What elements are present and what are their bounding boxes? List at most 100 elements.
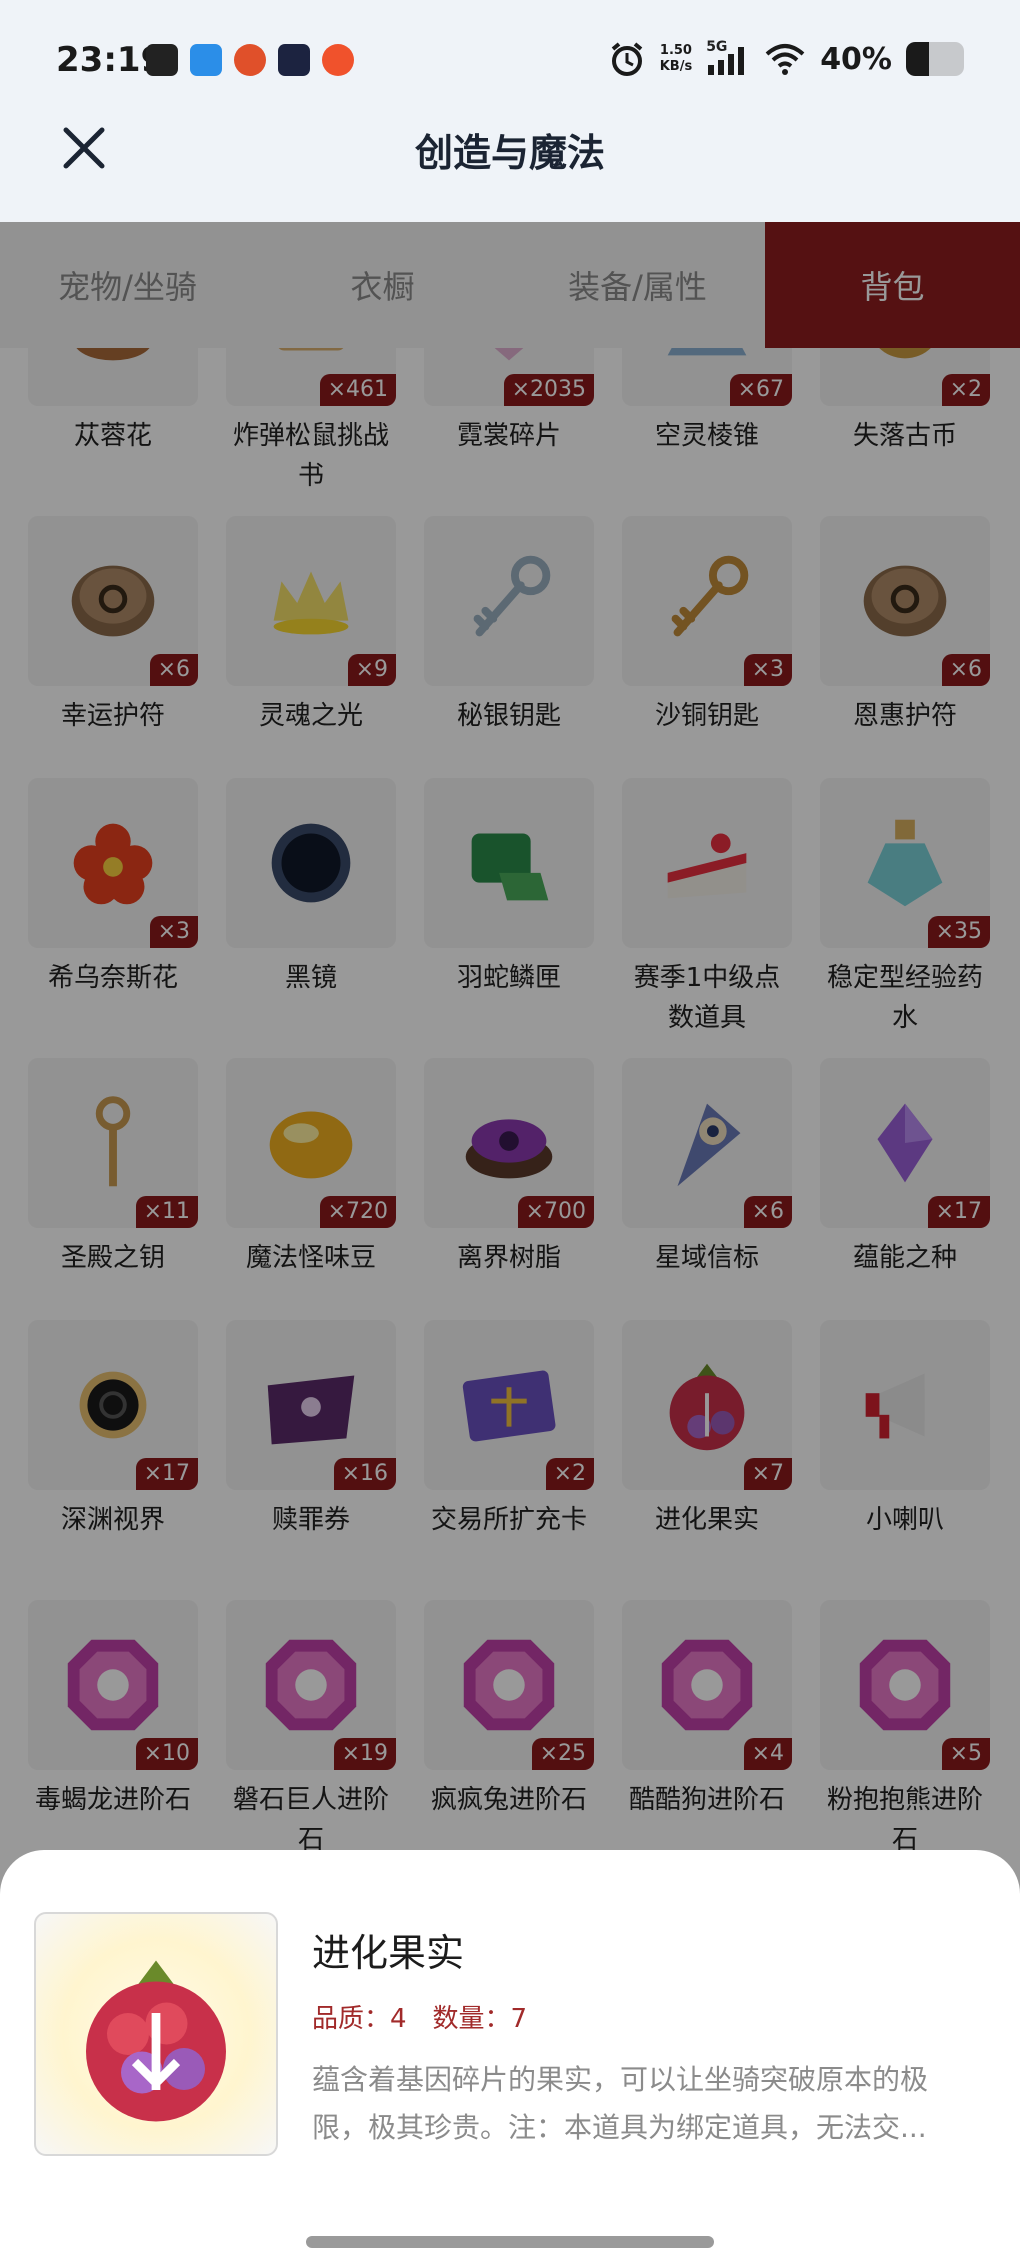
inventory-item[interactable]: ×3 希乌奈斯花: [26, 778, 200, 1040]
item-name: 空灵棱锥: [654, 421, 759, 451]
item-card[interactable]: [820, 1320, 990, 1490]
inventory-item[interactable]: ×7 进化果实: [620, 1320, 794, 1582]
bronze-key-icon: [671, 555, 749, 637]
item-name: 灵魂之光: [258, 701, 363, 731]
app-k-icon: [146, 44, 178, 76]
item-card[interactable]: ×3: [28, 778, 198, 948]
stone-amulet-icon: [71, 565, 155, 637]
inventory-item[interactable]: ×17 蕴能之种: [818, 1058, 992, 1320]
item-card[interactable]: ×25: [424, 1600, 594, 1770]
item-card[interactable]: ×9: [226, 516, 396, 686]
item-card[interactable]: ×17: [820, 1058, 990, 1228]
item-card[interactable]: ×2: [424, 1320, 594, 1490]
item-card[interactable]: ×700: [424, 1058, 594, 1228]
item-card[interactable]: ×720: [226, 1058, 396, 1228]
item-card[interactable]: ×5: [820, 1600, 990, 1770]
inventory-item[interactable]: ×2 交易所扩充卡: [422, 1320, 596, 1600]
item-card[interactable]: ×3: [622, 516, 792, 686]
item-card[interactable]: ×11: [28, 1058, 198, 1228]
inventory-item[interactable]: ×16 赎罪券: [224, 1320, 398, 1582]
inventory-item[interactable]: ×11 圣殿之钥: [26, 1058, 200, 1320]
item-name: 磐石巨人进阶石: [232, 1785, 389, 1855]
flower-icon: [73, 823, 153, 905]
item-card[interactable]: [622, 778, 792, 948]
status-bar: 23:19 1.50 KB/s 5G 40%: [0, 0, 1020, 118]
item-count-badge: ×6: [149, 654, 198, 686]
inventory-item[interactable]: ×461 炸弹松鼠挑战书: [224, 348, 398, 516]
inventory-item[interactable]: ×67 空灵棱锥: [620, 348, 794, 498]
item-name: 稳定型经验药水: [826, 963, 983, 1033]
item-card[interactable]: ×35: [820, 778, 990, 948]
app-red-icon: [234, 44, 266, 76]
item-card[interactable]: ×10: [28, 1600, 198, 1770]
item-card[interactable]: ×6: [28, 516, 198, 686]
item-card[interactable]: ×6: [820, 516, 990, 686]
tab-0[interactable]: 宠物/坐骑: [0, 222, 255, 348]
app-orange-icon: [322, 44, 354, 76]
item-card[interactable]: ×2035: [424, 348, 594, 406]
item-name: 秘银钥匙: [456, 701, 561, 731]
item-name: 酷酷狗进阶石: [628, 1785, 785, 1815]
item-card[interactable]: [28, 348, 198, 406]
item-card[interactable]: ×461: [226, 348, 396, 406]
tab-3[interactable]: 背包: [765, 222, 1020, 348]
tab-1[interactable]: 衣橱: [255, 222, 510, 348]
item-name: 进化果实: [654, 1505, 759, 1535]
inventory-item[interactable]: ×2035 霓裳碎片: [422, 348, 596, 498]
item-card[interactable]: ×16: [226, 1320, 396, 1490]
item-card[interactable]: ×2: [820, 348, 990, 406]
inventory-item[interactable]: ×25 疯疯兔进阶石: [422, 1600, 596, 1858]
tab-2[interactable]: 装备/属性: [510, 222, 765, 348]
item-card[interactable]: ×67: [622, 348, 792, 406]
battery-icon: [906, 42, 964, 76]
item-name: 圣殿之钥: [60, 1243, 165, 1273]
inventory-item[interactable]: ×700 离界树脂: [422, 1058, 596, 1320]
item-count-badge: ×2: [545, 1458, 594, 1490]
inventory-item[interactable]: ×10 毒蝎龙进阶石: [26, 1600, 200, 1858]
item-card[interactable]: ×4: [622, 1600, 792, 1770]
inventory-item[interactable]: ×3 沙铜钥匙: [620, 516, 794, 778]
inventory-item[interactable]: 赛季1中级点数道具: [620, 778, 794, 1058]
inventory-item[interactable]: ×9 灵魂之光: [224, 516, 398, 778]
inventory-item[interactable]: ×5 粉抱抱熊进阶石: [818, 1600, 992, 1858]
inventory-item[interactable]: ×6 星域信标: [620, 1058, 794, 1320]
ticket-icon: [267, 1375, 355, 1445]
inventory-item[interactable]: ×35 稳定型经验药水: [818, 778, 992, 1058]
wifi-icon: [765, 44, 805, 75]
scale-box-icon: [471, 833, 549, 901]
item-card[interactable]: ×7: [622, 1320, 792, 1490]
home-indicator[interactable]: [306, 2236, 714, 2248]
net-speed: 1.50 KB/s: [660, 43, 692, 75]
inventory-item[interactable]: 苁蓉花: [26, 348, 200, 498]
item-card[interactable]: ×17: [28, 1320, 198, 1490]
item-count-badge: ×16: [333, 1458, 396, 1490]
item-name: 沙铜钥匙: [654, 701, 759, 731]
item-count-badge: ×6: [743, 1196, 792, 1228]
inventory-item[interactable]: 秘银钥匙: [422, 516, 596, 778]
inventory-item[interactable]: 小喇叭: [818, 1320, 992, 1582]
inventory-item[interactable]: ×17 深渊视界: [26, 1320, 200, 1582]
app-news-icon: [278, 44, 310, 76]
item-card[interactable]: [424, 516, 594, 686]
inventory-item[interactable]: 黑镜: [224, 778, 398, 1040]
net-speed-unit: KB/s: [659, 59, 693, 74]
item-name: 疯疯兔进阶石: [430, 1785, 587, 1815]
tab-bar: 宠物/坐骑 衣橱 装备/属性 背包: [0, 222, 1020, 348]
detail-item-meta: 品质：4 数量：7: [312, 1998, 527, 2035]
item-card[interactable]: ×6: [622, 1058, 792, 1228]
inventory-item[interactable]: ×6 幸运护符: [26, 516, 200, 778]
item-name: 蕴能之种: [852, 1243, 957, 1273]
inventory-grid[interactable]: 苁蓉花 ×461 炸弹松鼠挑战书 ×2035 霓裳碎片 ×67 空灵棱锥 ×2 失落古币 ×6 幸运…: [0, 348, 1020, 1858]
inventory-item[interactable]: ×6 恩惠护符: [818, 516, 992, 778]
inventory-item[interactable]: ×19 磐石巨人进阶石: [224, 1600, 398, 1858]
item-name: 赎罪券: [271, 1505, 350, 1535]
item-card[interactable]: [226, 778, 396, 948]
inventory-item[interactable]: 羽蛇鳞匣: [422, 778, 596, 1040]
inventory-item[interactable]: ×2 失落古币: [818, 348, 992, 498]
item-card[interactable]: ×19: [226, 1600, 396, 1770]
detail-description: 蕴含着基因碎片的果实，可以让坐骑突破原本的极限，极其珍贵。注：本道具为绑定道具，…: [312, 2063, 929, 2144]
item-card[interactable]: [424, 778, 594, 948]
inventory-item[interactable]: ×720 魔法怪味豆: [224, 1058, 398, 1320]
item-count-badge: ×19: [333, 1738, 396, 1770]
inventory-item[interactable]: ×4 酷酷狗进阶石: [620, 1600, 794, 1858]
